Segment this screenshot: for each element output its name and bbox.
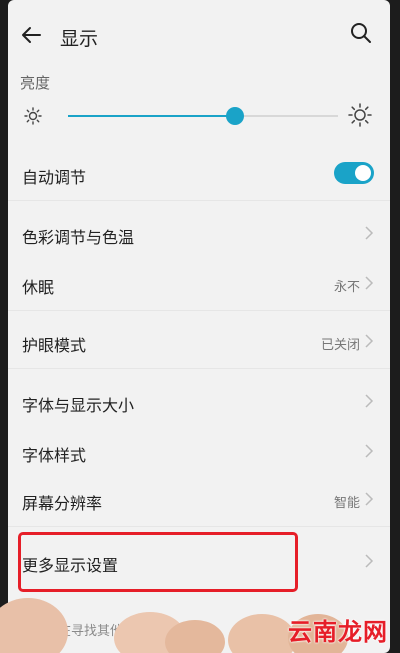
top-bar: 显示 <box>8 0 390 70</box>
screen-resolution-value: 智能 <box>333 496 360 511</box>
row-auto-adjust[interactable]: 自动调节 <box>8 150 390 198</box>
sun-large-icon <box>348 103 372 127</box>
chevron-right-icon <box>365 554 374 568</box>
chevron-right-icon <box>365 334 374 348</box>
search-icon[interactable] <box>350 22 372 44</box>
highlight-box <box>18 532 298 592</box>
eye-comfort-label: 护眼模式 <box>22 336 87 355</box>
sleep-label: 休眠 <box>22 278 55 297</box>
row-screen-resolution[interactable]: 屏幕分辨率 智能 <box>8 476 390 524</box>
font-display-size-label: 字体与显示大小 <box>22 396 135 415</box>
auto-adjust-toggle[interactable] <box>334 162 374 184</box>
divider <box>8 310 390 311</box>
screen-resolution-label: 屏幕分辨率 <box>22 494 103 513</box>
sleep-value: 永不 <box>333 280 360 295</box>
back-arrow-icon[interactable] <box>20 24 42 46</box>
display-settings-screen: 显示 亮度 自动调节 色彩调节与色温 休眠 永不 护眼模式 已关闭 字体与显示大… <box>8 0 390 653</box>
divider <box>8 526 390 527</box>
brightness-slider-fill <box>68 115 236 117</box>
chevron-right-icon <box>365 226 374 240</box>
font-style-label: 字体样式 <box>22 446 87 465</box>
chevron-right-icon <box>365 276 374 290</box>
row-eye-comfort[interactable]: 护眼模式 已关闭 <box>8 318 390 366</box>
chevron-right-icon <box>365 444 374 458</box>
chevron-right-icon <box>365 492 374 506</box>
row-font-style[interactable]: 字体样式 <box>8 428 390 476</box>
watermark: 云南龙网 <box>288 618 388 646</box>
divider <box>8 368 390 369</box>
toggle-knob <box>355 165 371 181</box>
row-color-temperature[interactable]: 色彩调节与色温 <box>8 210 390 258</box>
chevron-right-icon <box>365 394 374 408</box>
color-temperature-label: 色彩调节与色温 <box>22 228 135 247</box>
row-sleep[interactable]: 休眠 永不 <box>8 260 390 308</box>
row-font-display-size[interactable]: 字体与显示大小 <box>8 378 390 426</box>
eye-comfort-value: 已关闭 <box>320 338 360 353</box>
divider <box>8 200 390 201</box>
sun-small-icon <box>24 107 42 125</box>
brightness-slider-thumb[interactable] <box>226 107 245 125</box>
page-title: 显示 <box>60 28 99 50</box>
auto-adjust-label: 自动调节 <box>22 168 87 187</box>
brightness-slider[interactable] <box>68 107 338 125</box>
brightness-label: 亮度 <box>20 74 51 92</box>
